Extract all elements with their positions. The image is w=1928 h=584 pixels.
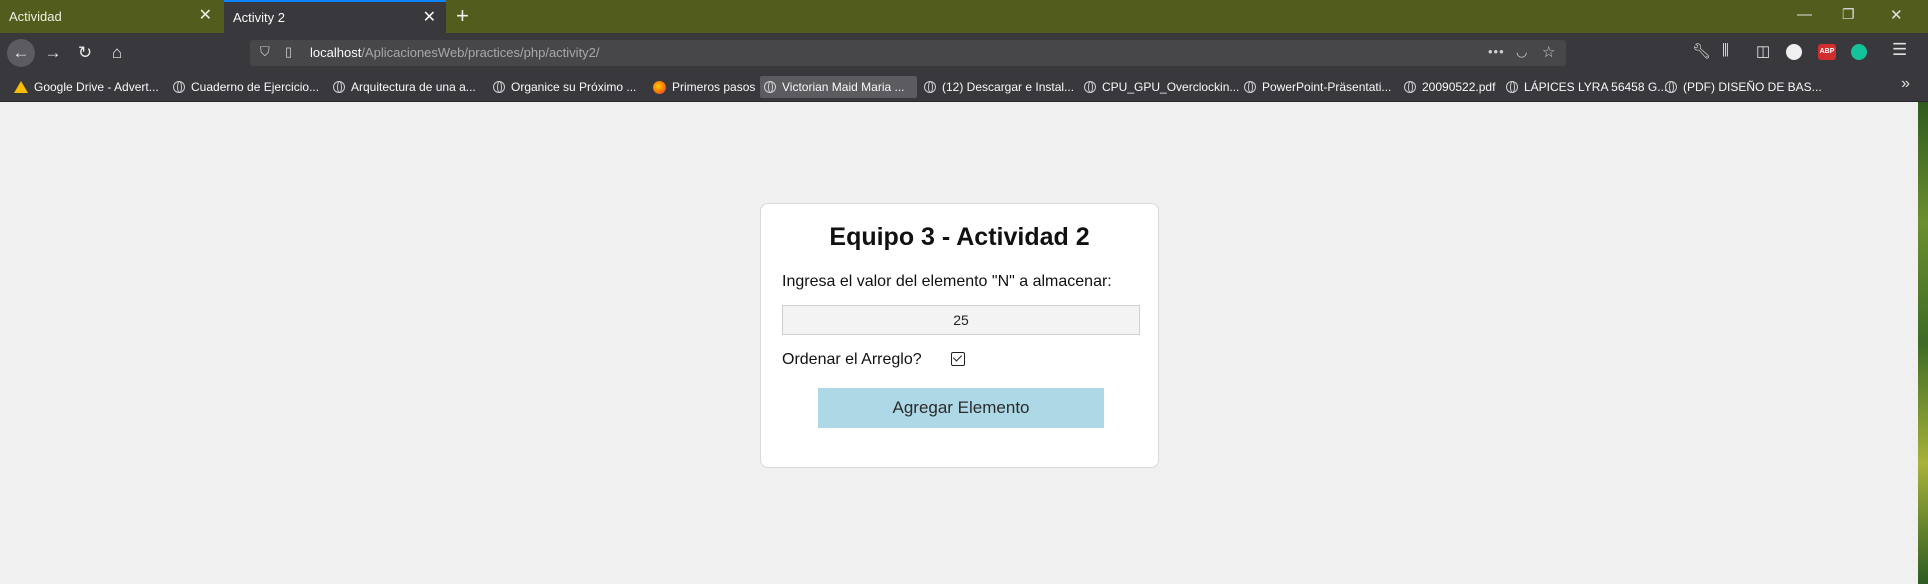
page-actions-icon[interactable]: ••• (1488, 44, 1505, 59)
checkbox-label: Ordenar el Arreglo? (782, 351, 922, 368)
sort-array-checkbox[interactable] (951, 352, 965, 366)
globe-icon (1244, 81, 1256, 93)
bookmark-cuaderno[interactable]: Cuaderno de Ejercicio... (169, 76, 323, 98)
tab-label: Activity 2 (233, 10, 286, 25)
page-info-icon[interactable]: ▯ (285, 44, 292, 60)
globe-icon (173, 81, 185, 93)
bookmark-descargar[interactable]: (12) Descargar e Instal... (920, 76, 1078, 98)
globe-icon (1665, 81, 1677, 93)
bookmark-lapices-lyra[interactable]: LÁPICES LYRA 56458 G... (1502, 76, 1671, 98)
globe-icon (493, 81, 505, 93)
url-text[interactable]: localhost/AplicacionesWeb/practices/php/… (310, 45, 600, 60)
bookmark-powerpoint[interactable]: PowerPoint-Präsentati... (1240, 76, 1395, 98)
library-icon[interactable]: ⫼ (1722, 42, 1729, 59)
navigation-toolbar: ← → ↻ ⌂ ⛉ ▯ localhost/AplicacionesWeb/pr… (0, 33, 1928, 72)
extension-compass-icon[interactable] (1786, 44, 1802, 60)
bookmarks-overflow-icon[interactable]: » (1901, 75, 1910, 93)
google-drive-icon (14, 81, 28, 93)
sidebar-icon[interactable]: ◫ (1756, 42, 1770, 60)
add-element-button[interactable]: Agregar Elemento (818, 388, 1104, 428)
reload-icon[interactable]: ↻ (72, 40, 98, 66)
new-tab-icon[interactable]: + (456, 4, 469, 28)
form-card: Equipo 3 - Actividad 2 Ingresa el valor … (760, 203, 1159, 468)
tab-strip: Actividad ✕ Activity 2 ✕ + — ❐ ✕ (0, 0, 1928, 33)
back-icon[interactable]: ← (7, 39, 35, 67)
wrench-icon[interactable]: 🔧︎ (1692, 42, 1711, 60)
url-path: /AplicacionesWeb/practices/php/activity2… (361, 45, 600, 60)
restore-icon[interactable]: ❐ (1842, 6, 1855, 23)
bookmark-organice[interactable]: Organice su Próximo ... (489, 76, 640, 98)
globe-icon (1084, 81, 1096, 93)
pocket-icon[interactable]: ◡ (1516, 44, 1527, 60)
bookmarks-toolbar: Google Drive - Advert... Cuaderno de Eje… (0, 72, 1928, 102)
tab-actividad[interactable]: Actividad ✕ (0, 0, 222, 33)
close-tab-icon[interactable]: ✕ (423, 10, 436, 26)
tab-label: Actividad (9, 9, 62, 24)
bookmark-pdf-20090522[interactable]: 20090522.pdf (1400, 76, 1499, 98)
forward-icon[interactable]: → (40, 40, 66, 66)
minimize-icon[interactable]: — (1797, 6, 1812, 23)
page-title: Equipo 3 - Actividad 2 (829, 223, 1090, 251)
page-content: Equipo 3 - Actividad 2 Ingresa el valor … (0, 102, 1918, 584)
shield-icon[interactable]: ⛉ (260, 44, 270, 60)
globe-icon (1506, 81, 1518, 93)
firefox-icon (653, 80, 666, 94)
url-host: localhost (310, 45, 362, 60)
input-label: Ingresa el valor del elemento "N" a alma… (782, 273, 1112, 290)
bookmark-primeros-pasos[interactable]: Primeros pasos (649, 76, 759, 98)
bookmark-diseno[interactable]: (PDF) DISEÑO DE BAS... (1661, 76, 1826, 98)
globe-icon (1404, 81, 1416, 93)
bookmark-google-drive[interactable]: Google Drive - Advert... (10, 76, 163, 98)
globe-icon (333, 81, 345, 93)
home-icon[interactable]: ⌂ (104, 40, 130, 66)
close-tab-icon[interactable]: ✕ (199, 8, 212, 24)
url-bar[interactable]: ⛉ ▯ localhost/AplicacionesWeb/practices/… (250, 40, 1566, 66)
globe-icon (924, 81, 936, 93)
close-window-icon[interactable]: ✕ (1890, 6, 1903, 24)
bookmark-arquitectura[interactable]: Arquitectura de una a... (329, 76, 480, 98)
grammarly-icon[interactable] (1851, 44, 1867, 60)
desktop-wallpaper-edge (1918, 102, 1928, 584)
bookmark-victorian-maid[interactable]: Victorian Maid Maria ... (760, 76, 917, 98)
menu-icon[interactable]: ☰ (1892, 40, 1907, 60)
adblock-icon[interactable]: ABP (1818, 44, 1836, 60)
bookmark-cpu-gpu[interactable]: CPU_GPU_Overclockin... (1080, 76, 1243, 98)
globe-icon (764, 81, 776, 93)
bookmark-star-icon[interactable]: ☆ (1542, 43, 1555, 61)
element-value-input[interactable]: 25 (782, 305, 1140, 335)
tab-activity-2[interactable]: Activity 2 ✕ (224, 0, 446, 33)
